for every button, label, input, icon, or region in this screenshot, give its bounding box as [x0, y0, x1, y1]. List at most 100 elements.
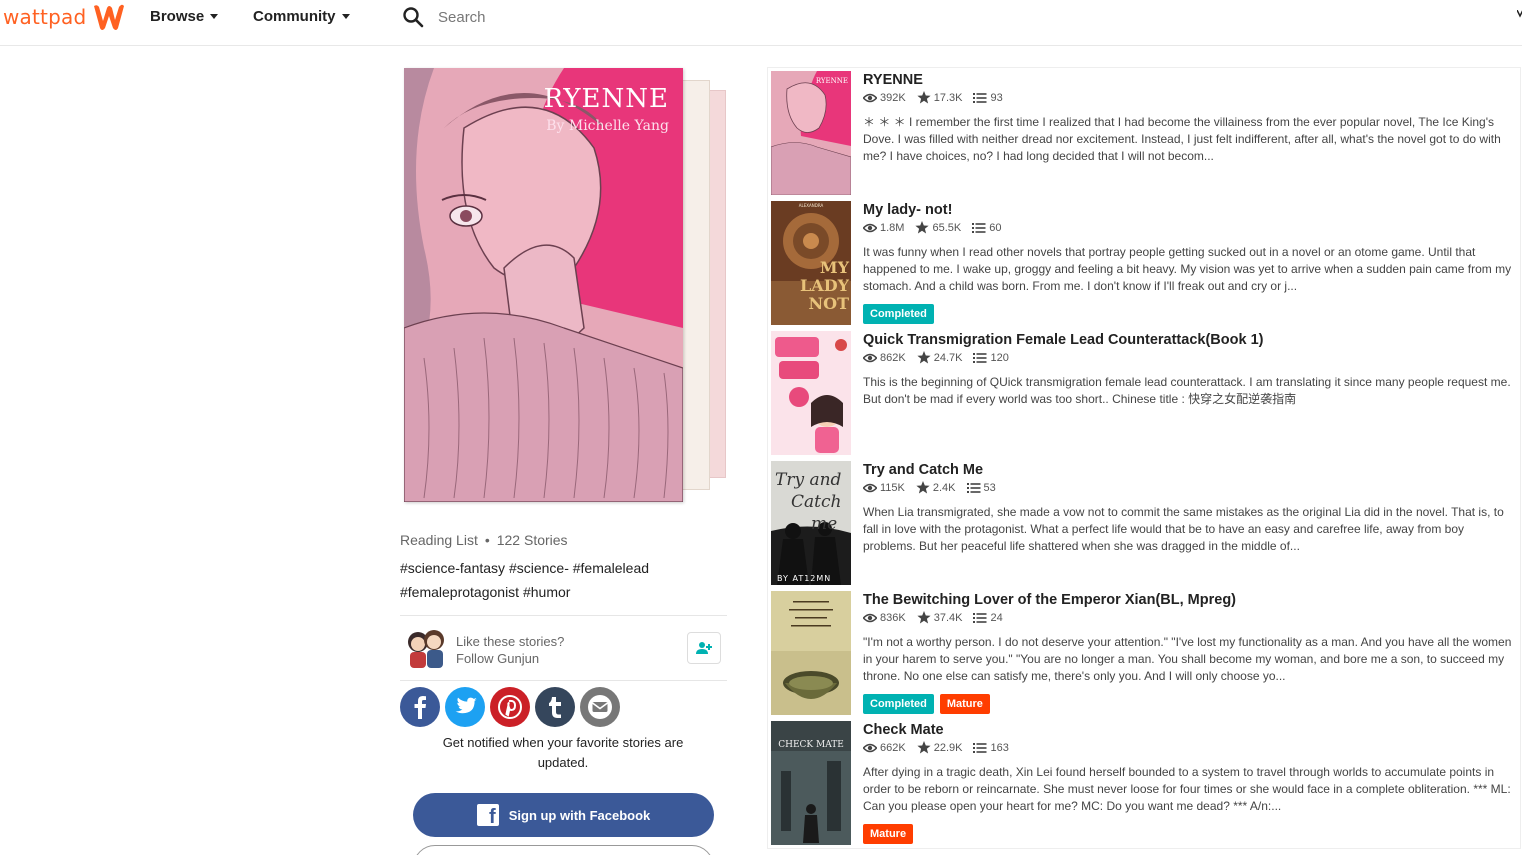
completed-badge: Completed [863, 304, 934, 324]
story-item[interactable]: Try and Catch me BY AT12MN Try and Catch… [768, 458, 1522, 588]
reading-list-cover-stack: RYENNE By Michelle Yang [404, 68, 734, 508]
reads-stat: 836K [863, 612, 906, 624]
votes-stat: 22.9K [917, 741, 963, 754]
story-item[interactable]: The Bewitching Lover of the Emperor Xian… [768, 588, 1522, 718]
story-cover[interactable] [771, 591, 851, 715]
tumblr-share-button[interactable] [535, 687, 575, 727]
star-icon [917, 91, 931, 104]
reads-count: 662K [880, 741, 906, 754]
story-stats: 862K 24.7K 120 [863, 351, 1020, 364]
votes-count: 17.3K [933, 91, 963, 104]
cover-author: ALEXANDRA [799, 203, 824, 208]
cover-title-line: MY [820, 258, 850, 277]
reading-list-tags[interactable]: #science-fantasy #science- #femalelead #… [400, 556, 700, 604]
story-cover[interactable]: Try and Catch me BY AT12MN [771, 461, 851, 585]
parts-count: 163 [990, 741, 1009, 754]
twitter-share-button[interactable] [445, 687, 485, 727]
cover-title-line: Catch [791, 492, 841, 512]
facebook-signup-button[interactable]: f Sign up with Facebook [413, 793, 714, 837]
story-badges: Completed [863, 304, 940, 324]
wattpad-w-icon [94, 4, 125, 30]
star-icon [917, 351, 931, 364]
story-item[interactable]: ALEXANDRA MY LADY NOT My lady- not! 1.8M… [768, 198, 1522, 328]
cover-title: RYENNE [543, 84, 669, 114]
story-description: It was funny when I read other novels th… [863, 245, 1512, 293]
votes-count: 24.7K [933, 351, 963, 364]
follow-prompt: Like these stories? Follow Gunjun [456, 633, 564, 667]
pinterest-share-button[interactable] [490, 687, 530, 727]
eye-icon [863, 223, 877, 232]
story-title[interactable]: The Bewitching Lover of the Emperor Xian… [863, 592, 1236, 608]
browse-menu[interactable]: Browse [150, 8, 219, 25]
list-icon [966, 482, 981, 493]
reads-stat: 1.8M [863, 222, 904, 234]
cover-title: RYENNE [816, 77, 848, 85]
story-title[interactable]: Try and Catch Me [863, 462, 983, 478]
votes-stat: 37.4K [917, 611, 963, 624]
story-cover-image: Try and Catch me BY AT12MN [771, 461, 851, 585]
story-badges: Mature [863, 824, 919, 844]
logo-text: wattpad [3, 5, 87, 29]
reading-list-meta: Reading List • 122 Stories [400, 532, 568, 548]
social-share-buttons [400, 687, 625, 727]
story-cover[interactable]: CHECK MATE [771, 721, 851, 845]
cover-title-line: NOT [809, 294, 850, 313]
votes-stat: 65.5K [915, 221, 961, 234]
votes-count: 2.4K [932, 481, 956, 494]
list-icon [972, 222, 986, 233]
chevron-down-icon [341, 14, 350, 19]
story-title[interactable]: Quick Transmigration Female Lead Counter… [863, 332, 1263, 348]
separator-dot: • [484, 532, 490, 548]
votes-count: 37.4K [933, 611, 963, 624]
story-stats: 836K 37.4K 24 [863, 611, 1014, 624]
mature-badge: Mature [939, 694, 990, 714]
story-item[interactable]: Quick Transmigration Female Lead Counter… [768, 328, 1522, 458]
story-title[interactable]: My lady- not! [863, 202, 952, 218]
story-badges: Completed Mature [863, 694, 996, 714]
mature-badge: Mature [863, 824, 914, 844]
list-type-label: Reading List [400, 532, 478, 548]
reading-list-cover[interactable]: RYENNE By Michelle Yang [404, 68, 683, 502]
star-icon [917, 611, 931, 624]
list-icon [973, 742, 987, 753]
divider [400, 680, 727, 681]
list-icon [973, 612, 987, 623]
votes-count: 22.9K [933, 741, 963, 754]
votes-stat: 17.3K [917, 91, 963, 104]
cover-title: CHECK MATE [778, 740, 844, 750]
story-cover[interactable] [771, 331, 851, 455]
story-item[interactable]: CHECK MATE Check Mate 662K 22.9K 163 Aft… [768, 718, 1522, 848]
follow-button[interactable] [687, 632, 721, 664]
chevron-down-icon [210, 14, 219, 19]
story-count: 122 Stories [496, 532, 568, 548]
story-cover[interactable]: ALEXANDRA MY LADY NOT [771, 201, 851, 325]
cover-title-line: LADY [800, 276, 850, 295]
search-input[interactable] [438, 8, 678, 26]
browse-label: Browse [150, 8, 205, 25]
add-user-icon [696, 642, 712, 654]
signup-button[interactable] [413, 845, 714, 855]
parts-count: 60 [989, 221, 1002, 234]
story-stats: 392K 17.3K 93 [863, 91, 1014, 104]
parts-count: 120 [990, 351, 1009, 364]
community-menu[interactable]: Community [253, 8, 350, 25]
reads-stat: 392K [863, 92, 906, 104]
story-description: After dying in a tragic death, Xin Lei f… [863, 765, 1511, 813]
star-icon [915, 221, 930, 234]
search-icon[interactable] [402, 6, 424, 28]
top-navigation-bar: wattpad Browse Community [0, 0, 1522, 46]
story-cover[interactable]: RYENNE [771, 71, 851, 195]
facebook-share-button[interactable] [400, 687, 440, 727]
parts-count: 24 [990, 611, 1003, 624]
reads-stat: 662K [863, 742, 906, 754]
eye-icon [863, 353, 877, 362]
email-share-button[interactable] [580, 687, 620, 727]
star-icon [917, 741, 931, 754]
story-title[interactable]: Check Mate [863, 722, 944, 738]
twitter-icon [455, 697, 477, 714]
story-item[interactable]: RYENNE RYENNE 392K 17.3K 93 ＊ ＊ ＊ I reme… [768, 68, 1522, 198]
wattpad-logo[interactable]: wattpad [3, 2, 126, 32]
chevron-down-icon[interactable] [1517, 10, 1522, 18]
avatar[interactable] [402, 622, 450, 672]
story-title[interactable]: RYENNE [863, 72, 923, 88]
